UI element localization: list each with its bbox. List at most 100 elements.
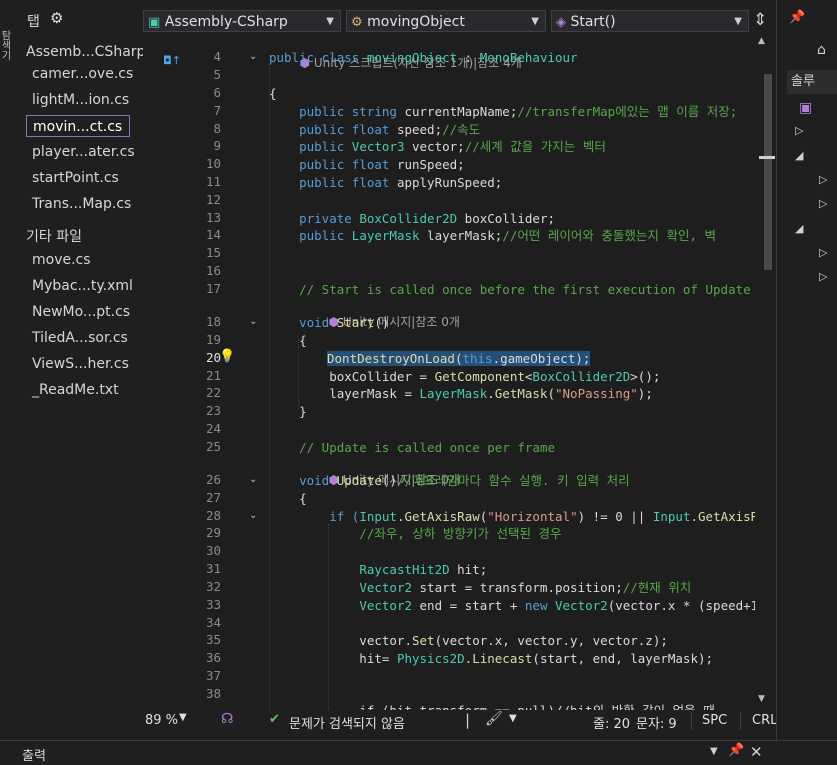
token: //매프레임마다 함수 실행. 키 입력 처리 xyxy=(396,473,630,488)
column-indicator[interactable]: 문자: 9 xyxy=(636,713,677,732)
token: (vector.x * (speed+10 xyxy=(607,598,755,613)
line-number: 28 xyxy=(205,508,221,523)
tree-expand-icon[interactable]: ▷ xyxy=(819,197,827,210)
pin-icon[interactable]: 📌 xyxy=(728,743,744,758)
token: void xyxy=(269,315,337,330)
code-cleanup-icon[interactable]: 🖌 xyxy=(485,711,503,727)
file-tab-item[interactable]: _ReadMe.txt xyxy=(26,379,130,401)
file-tab-item-active[interactable]: movin...ct.cs xyxy=(26,115,130,137)
explorer-side-tab[interactable]: 탐색기 xyxy=(0,30,12,60)
file-tab-item[interactable]: Mybac...ty.xml xyxy=(26,275,133,297)
token: () xyxy=(374,315,390,330)
scrollbar-thumb[interactable] xyxy=(764,74,772,270)
file-tab-item[interactable]: lightM...ion.cs xyxy=(26,89,130,111)
token: hit= xyxy=(269,651,397,666)
token: new xyxy=(524,598,555,613)
token: //어떤 레이어와 충돌했는지 확인, 벽 xyxy=(502,228,717,243)
code-line-10: public float runSpeed; xyxy=(269,156,465,174)
code-line-4: public class movingObject : MonoBehaviou… xyxy=(269,49,578,67)
file-tab-item[interactable]: player...ater.cs xyxy=(26,141,135,163)
file-tab-item[interactable]: camer...ove.cs xyxy=(26,63,133,85)
tree-expand-icon[interactable]: ▷ xyxy=(819,173,827,186)
line-number: 29 xyxy=(205,525,221,540)
token: currentMapName; xyxy=(404,104,518,119)
fold-toggle-icon[interactable]: ⌄ xyxy=(249,316,257,327)
line-ending-indicator[interactable]: CRL xyxy=(752,713,777,728)
solution-explorer-tab[interactable]: 솔루 xyxy=(787,70,837,94)
tree-collapse-icon[interactable]: ◢ xyxy=(795,222,803,235)
project-dropdown[interactable]: ▣ Assembly-CSharp ▼ xyxy=(143,10,341,32)
scroll-down-arrow-icon[interactable]: ▼ xyxy=(758,694,765,704)
line-number: 13 xyxy=(205,210,221,225)
chevron-down-icon: ▼ xyxy=(326,16,334,27)
token: public class xyxy=(269,50,367,65)
tree-collapse-icon[interactable]: ◢ xyxy=(795,149,803,162)
line-number: 22 xyxy=(205,385,221,400)
group-header-assembly: Assemb...CSharp xyxy=(26,44,146,60)
file-tab-item[interactable]: startPoint.cs xyxy=(26,167,130,189)
line-indicator[interactable]: 줄: 20 xyxy=(593,713,630,732)
token: LayerMask xyxy=(419,386,488,401)
file-tab-item[interactable]: TiledA...sor.cs xyxy=(26,327,130,349)
csharp-project-icon: ▣ xyxy=(148,15,161,30)
implements-glyph-icon[interactable]: ◘↑ xyxy=(163,54,181,67)
file-tab-item[interactable]: move.cs xyxy=(26,249,130,271)
token: BoxCollider2D xyxy=(532,369,631,384)
zoom-level[interactable]: 89 % xyxy=(145,713,178,728)
code-lens[interactable]: ⬢ Unity 메시지|참조 0개 xyxy=(298,456,460,487)
lightbulb-icon[interactable]: 💡 xyxy=(219,349,235,364)
line-number: 5 xyxy=(213,67,221,82)
copilot-icon[interactable]: ☊ xyxy=(221,711,233,727)
close-icon[interactable]: ✕ xyxy=(750,743,763,761)
tree-expand-icon[interactable]: ▷ xyxy=(819,270,827,283)
code-area[interactable]: ◘↑ 💡 4 ⌄ 5 6 7 8 9 10 11 12 13 14 15 16 17 18 ⌄ 19 20 21 22 2… xyxy=(143,34,755,710)
tree-expand-icon[interactable]: ▷ xyxy=(819,246,827,259)
chevron-down-icon[interactable]: ▼ xyxy=(179,712,187,723)
tabs-panel-title: 탭 xyxy=(27,14,40,30)
chevron-down-icon[interactable]: ▼ xyxy=(710,746,718,757)
token: runSpeed; xyxy=(396,157,465,172)
member-dropdown[interactable]: ◈ Start() ▼ xyxy=(551,10,749,32)
fold-toggle-icon[interactable]: ⌄ xyxy=(249,510,257,521)
file-tab-item[interactable]: ViewS...her.cs xyxy=(26,353,130,375)
file-tab-item[interactable]: Trans...Map.cs xyxy=(26,193,131,215)
tree-expand-icon[interactable]: ▷ xyxy=(795,124,803,137)
token: GetAxisRaw xyxy=(404,509,480,524)
code-editor: ▣ Assembly-CSharp ▼ ⚙ movingObject ▼ ◈ S… xyxy=(143,8,775,710)
whitespace-indicator[interactable]: SPC xyxy=(702,713,727,728)
line-number: 6 xyxy=(213,85,221,100)
code-line-28: if (Input.GetAxisRaw("Horizontal") != 0 … xyxy=(269,508,755,526)
member-dropdown-label: Start() xyxy=(570,14,616,30)
line-number: 24 xyxy=(205,421,221,436)
gear-icon[interactable]: ⚙ xyxy=(50,9,63,27)
home-icon[interactable]: ⌂ xyxy=(817,42,826,58)
scroll-up-arrow-icon[interactable]: ▲ xyxy=(758,36,765,46)
line-number: 32 xyxy=(205,579,221,594)
token: ( xyxy=(547,386,555,401)
file-tab-item[interactable]: NewMo...pt.cs xyxy=(26,301,130,323)
token: . xyxy=(690,509,699,524)
pin-icon[interactable]: 📌 xyxy=(789,10,805,25)
tabs-panel-header: 탭 ⚙ xyxy=(12,8,143,32)
fold-toggle-icon[interactable]: ⌄ xyxy=(249,51,257,62)
chevron-down-icon[interactable]: ▼ xyxy=(509,713,517,724)
left-side-strip: 탐색기 xyxy=(0,0,12,764)
line-number: 7 xyxy=(213,103,221,118)
line-number: 18 xyxy=(205,314,221,329)
fold-toggle-icon[interactable]: ⌄ xyxy=(249,474,257,485)
vertical-scrollbar[interactable]: ▲ ▼ xyxy=(755,34,775,710)
split-editor-icon[interactable]: ⇕ xyxy=(753,10,767,30)
group-header-misc-files: 기타 파일 xyxy=(26,229,82,245)
code-text[interactable]: ⬢ Unity 스크립트(자산 참조 1개)|참조 4개 public clas… xyxy=(267,34,755,710)
token: hit; xyxy=(449,562,488,577)
class-dropdown[interactable]: ⚙ movingObject ▼ xyxy=(346,10,546,32)
line-number: 23 xyxy=(205,403,221,418)
token: if ( xyxy=(269,509,360,524)
line-number: 4 xyxy=(213,49,221,64)
line-number: 20 xyxy=(205,350,221,365)
token: BoxCollider2D xyxy=(359,211,458,226)
line-number: 21 xyxy=(205,368,221,383)
code-lens[interactable]: ⬢ Unity 메시지|참조 0개 xyxy=(298,298,460,329)
issues-status[interactable]: 문제가 검색되지 않음 xyxy=(289,713,405,732)
